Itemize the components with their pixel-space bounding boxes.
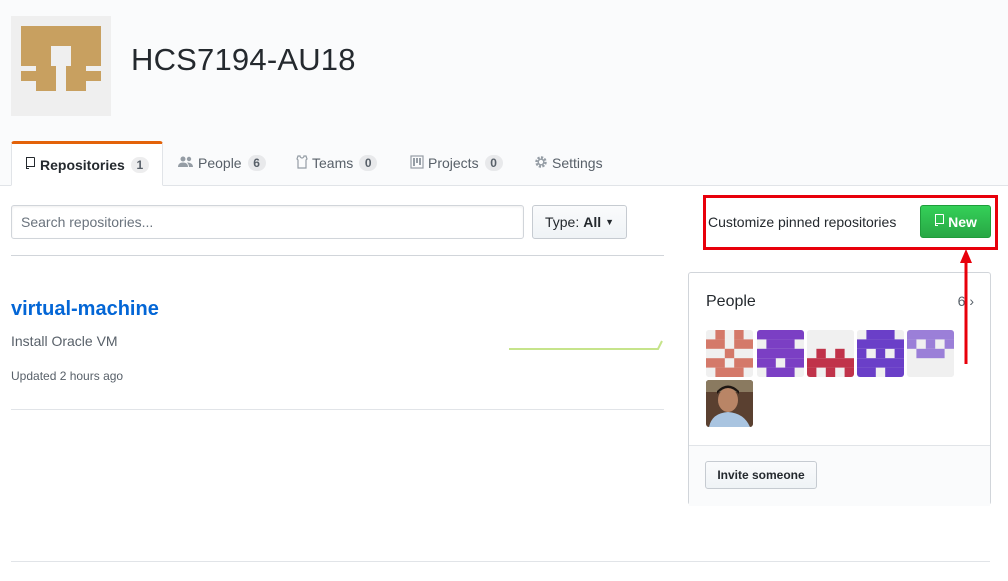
project-icon: [410, 154, 424, 172]
jersey-icon: [296, 154, 308, 172]
identicon-icon: [807, 330, 854, 377]
new-repository-button[interactable]: New: [920, 205, 991, 238]
type-filter-value: All: [583, 214, 602, 230]
identicon-icon: [857, 330, 904, 377]
repo-icon: [25, 156, 36, 173]
tab-counter: 0: [484, 155, 503, 171]
tab-counter: 0: [359, 155, 378, 171]
tab-counter: 1: [130, 156, 149, 173]
org-identicon-icon: [11, 16, 111, 116]
tab-projects[interactable]: Projects 0: [400, 141, 513, 185]
member-avatar-photo[interactable]: [706, 380, 753, 427]
people-sidebar-box: People 6 › Invite someone: [688, 272, 991, 506]
invite-someone-button[interactable]: Invite someone: [705, 461, 817, 489]
identicon-icon: [706, 330, 753, 377]
tab-counter: 6: [247, 155, 266, 171]
repo-icon: [934, 213, 945, 230]
repo-description: Install Oracle VM: [11, 333, 118, 349]
tab-teams[interactable]: Teams 0: [286, 141, 387, 185]
people-box-footer: Invite someone: [689, 445, 990, 506]
member-avatar[interactable]: [757, 330, 804, 377]
search-repositories-input[interactable]: [11, 205, 524, 239]
tab-label: Teams: [312, 155, 354, 171]
divider: [11, 561, 990, 562]
identicon-icon: [757, 330, 804, 377]
tab-label: Repositories: [40, 156, 125, 173]
customize-pinned-link[interactable]: Customize pinned repositories: [708, 214, 896, 230]
people-icon: [178, 155, 194, 171]
member-avatar[interactable]: [706, 330, 753, 377]
gear-icon: [534, 155, 548, 172]
org-name: HCS7194-AU18: [131, 42, 356, 77]
annotation-arrow-icon: [960, 249, 972, 364]
new-button-label: New: [948, 213, 977, 230]
identicon-icon: [907, 330, 954, 377]
tab-repositories[interactable]: Repositories 1: [11, 141, 163, 186]
divider: [11, 255, 664, 256]
org-avatar[interactable]: [11, 16, 111, 116]
member-avatar[interactable]: [807, 330, 854, 377]
user-photo-icon: [706, 380, 753, 427]
member-avatar[interactable]: [907, 330, 954, 377]
tab-label: Settings: [552, 155, 603, 171]
tab-label: People: [198, 155, 242, 171]
tab-label: Projects: [428, 155, 479, 171]
divider: [11, 409, 664, 410]
tab-people[interactable]: People 6: [168, 141, 276, 185]
people-box-title: People: [706, 293, 756, 310]
tab-settings[interactable]: Settings: [524, 141, 613, 185]
type-filter-label: Type:: [544, 214, 580, 230]
caret-down-icon: ▼: [605, 217, 615, 227]
type-filter-button[interactable]: Type: All ▼: [532, 205, 627, 239]
repo-name-link[interactable]: virtual-machine: [11, 298, 159, 321]
member-avatar[interactable]: [857, 330, 904, 377]
repo-updated-time: Updated 2 hours ago: [11, 369, 124, 383]
activity-sparkline: [509, 340, 663, 350]
